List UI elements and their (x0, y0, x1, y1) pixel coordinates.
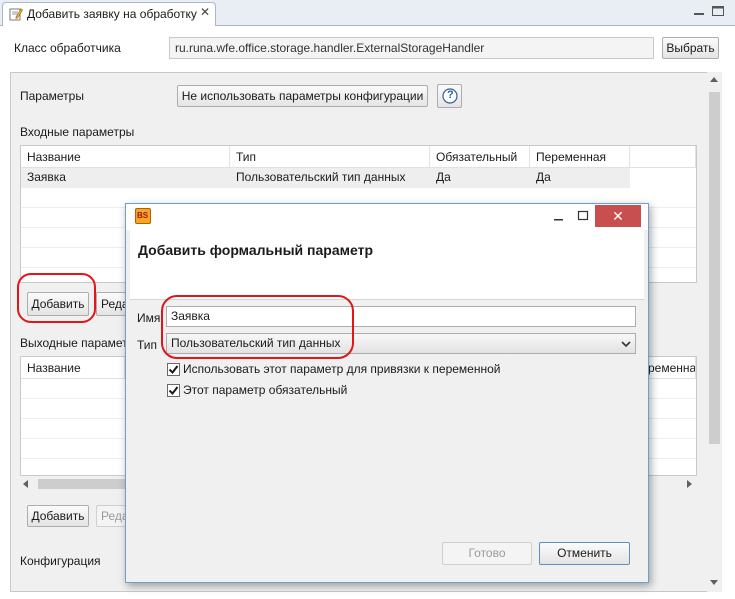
table-cell: Заявка (27, 170, 66, 184)
ok-button[interactable]: Готово (442, 542, 532, 565)
app-icon: BS (135, 208, 151, 224)
column-header[interactable]: ременная (645, 357, 696, 379)
edit-input-param-button[interactable]: Реда (96, 292, 126, 316)
parameters-label: Параметры (20, 89, 84, 103)
add-output-param-button[interactable]: Добавить (27, 505, 89, 527)
scroll-down-icon[interactable] (710, 578, 718, 586)
column-header[interactable]: Название (21, 146, 230, 168)
handler-class-field[interactable]: ru.runa.wfe.office.storage.handler.Exter… (169, 37, 654, 59)
scroll-right-icon[interactable] (685, 480, 693, 488)
use-for-binding-label[interactable]: Использовать этот параметр для привязки … (183, 362, 500, 376)
highlight-circle-fields (161, 295, 354, 359)
dialog-header: Добавить формальный параметр (130, 230, 644, 300)
help-glyph: ? (447, 89, 454, 101)
checkmark-icon (168, 386, 179, 396)
name-label: Имя (137, 311, 161, 325)
minimize-icon[interactable] (549, 207, 567, 225)
editor-tab-bar: Добавить заявку на обработку ✕ (0, 0, 735, 26)
column-header[interactable]: Тип (230, 146, 430, 168)
highlight-circle-add (17, 273, 96, 323)
config-params-button[interactable]: Не использовать параметры конфигурации (177, 85, 428, 107)
column-header[interactable]: Обязательный (430, 146, 530, 168)
column-header-empty (630, 146, 696, 168)
column-header[interactable]: Переменная (530, 146, 630, 168)
dialog-titlebar[interactable]: BS ✕ (126, 204, 648, 230)
vertical-scroll-thumb[interactable] (709, 92, 720, 444)
output-params-label: Выходные парамет (20, 336, 128, 350)
edit-output-param-button[interactable]: Реда (96, 505, 126, 527)
table-cell: Да (436, 170, 451, 184)
scroll-up-icon[interactable] (710, 76, 718, 84)
cancel-button[interactable]: Отменить (539, 542, 630, 565)
configuration-label: Конфигурация (20, 554, 101, 568)
maximize-icon[interactable] (574, 207, 592, 225)
dialog-title: Добавить формальный параметр (138, 242, 373, 258)
checkmark-icon (168, 365, 179, 375)
input-params-label: Входные параметры (20, 125, 135, 139)
choose-button[interactable]: Выбрать (662, 37, 719, 59)
required-label[interactable]: Этот параметр обязательный (183, 383, 347, 397)
type-label: Тип (137, 338, 158, 352)
table-row[interactable]: Заявка Пользовательский тип данных Да Да (21, 168, 630, 188)
use-for-binding-checkbox[interactable] (167, 363, 180, 376)
add-formal-parameter-dialog: BS ✕ Добавить формальный параметр Имя За… (125, 203, 649, 583)
editor-tab-title: Добавить заявку на обработку (27, 7, 197, 21)
handler-class-label: Класс обработчика (14, 41, 121, 55)
required-checkbox[interactable] (167, 384, 180, 397)
table-cell: Да (536, 170, 551, 184)
close-icon[interactable]: ✕ (200, 5, 210, 19)
app-icon-text: BS (137, 211, 149, 220)
column-header[interactable]: Название (21, 357, 125, 379)
edit-document-icon (9, 8, 23, 21)
maximize-icon[interactable] (711, 4, 725, 18)
chevron-down-icon (621, 341, 631, 348)
horizontal-scroll-thumb[interactable] (38, 479, 128, 489)
help-button[interactable]: ? (437, 84, 462, 108)
minimize-icon[interactable] (693, 4, 705, 18)
table-cell: Пользовательский тип данных (236, 170, 406, 184)
close-icon[interactable]: ✕ (595, 205, 641, 227)
scroll-left-icon[interactable] (22, 480, 30, 488)
editor-tab[interactable]: Добавить заявку на обработку ✕ (2, 2, 216, 26)
